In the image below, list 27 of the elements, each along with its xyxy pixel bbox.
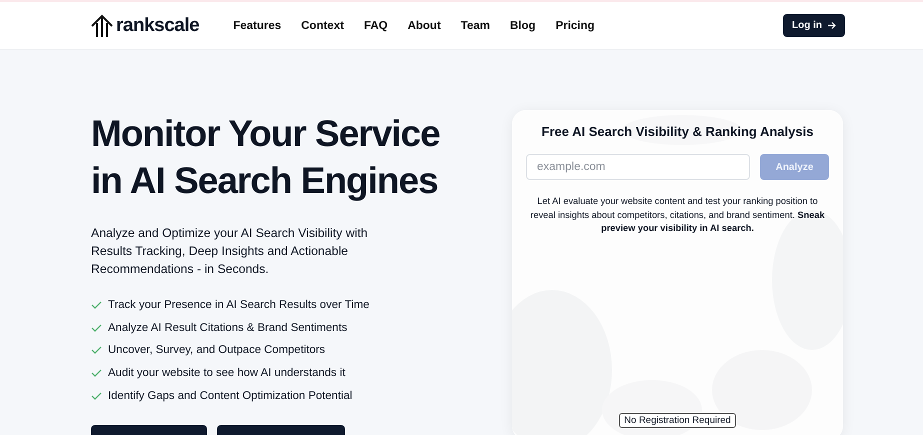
nav-link[interactable]: Team bbox=[460, 20, 490, 32]
login-button[interactable]: Log in bbox=[783, 14, 845, 37]
check-icon bbox=[91, 369, 102, 378]
hero-title: Monitor Your Service in AI Search Engines bbox=[91, 112, 441, 203]
nav-link[interactable]: Context bbox=[301, 20, 344, 32]
feature-text: Audit your website to see how AI understands it bbox=[108, 367, 346, 380]
card-title: Free AI Search Visibility & Ranking Analysis bbox=[542, 124, 814, 139]
check-icon bbox=[91, 346, 102, 354]
check-icon bbox=[91, 392, 102, 400]
nav-link[interactable]: Pricing bbox=[556, 20, 595, 32]
nav-link[interactable]: About bbox=[408, 20, 441, 32]
nav-link[interactable]: FAQ bbox=[364, 20, 388, 32]
arrow-icon bbox=[827, 21, 836, 30]
feature-text: Track your Presence in AI Search Results over Time bbox=[108, 299, 370, 312]
check-icon bbox=[91, 324, 102, 332]
registration-badge: No Registration Required bbox=[619, 413, 736, 428]
feature-text: Analyze AI Result Citations & Brand Sentiments bbox=[108, 322, 348, 334]
url-field[interactable]: example.com bbox=[526, 154, 750, 180]
hero-subtitle: Analyze and Optimize your AI Search Visibility with Results Tracking, Deep Insights and Actionable Recommendations - in Seconds. bbox=[91, 225, 369, 278]
feature-text: Uncover, Survey, and Outpace Competitors bbox=[108, 344, 326, 356]
check-icon bbox=[91, 301, 102, 310]
card-description: Let AI evaluate your website content and test your ranking position to reveal insights about competitors, citations, and brand sentiment. Sneak preview your visibility in AI search. bbox=[529, 195, 826, 236]
brand-logo[interactable]: rankscale bbox=[116, 14, 200, 36]
logo-icon bbox=[91, 14, 113, 38]
nav-link[interactable]: Features bbox=[233, 20, 282, 32]
feature-text: Identify Gaps and Content Optimization Potential bbox=[108, 390, 352, 402]
nav-link[interactable]: Blog bbox=[510, 20, 536, 32]
